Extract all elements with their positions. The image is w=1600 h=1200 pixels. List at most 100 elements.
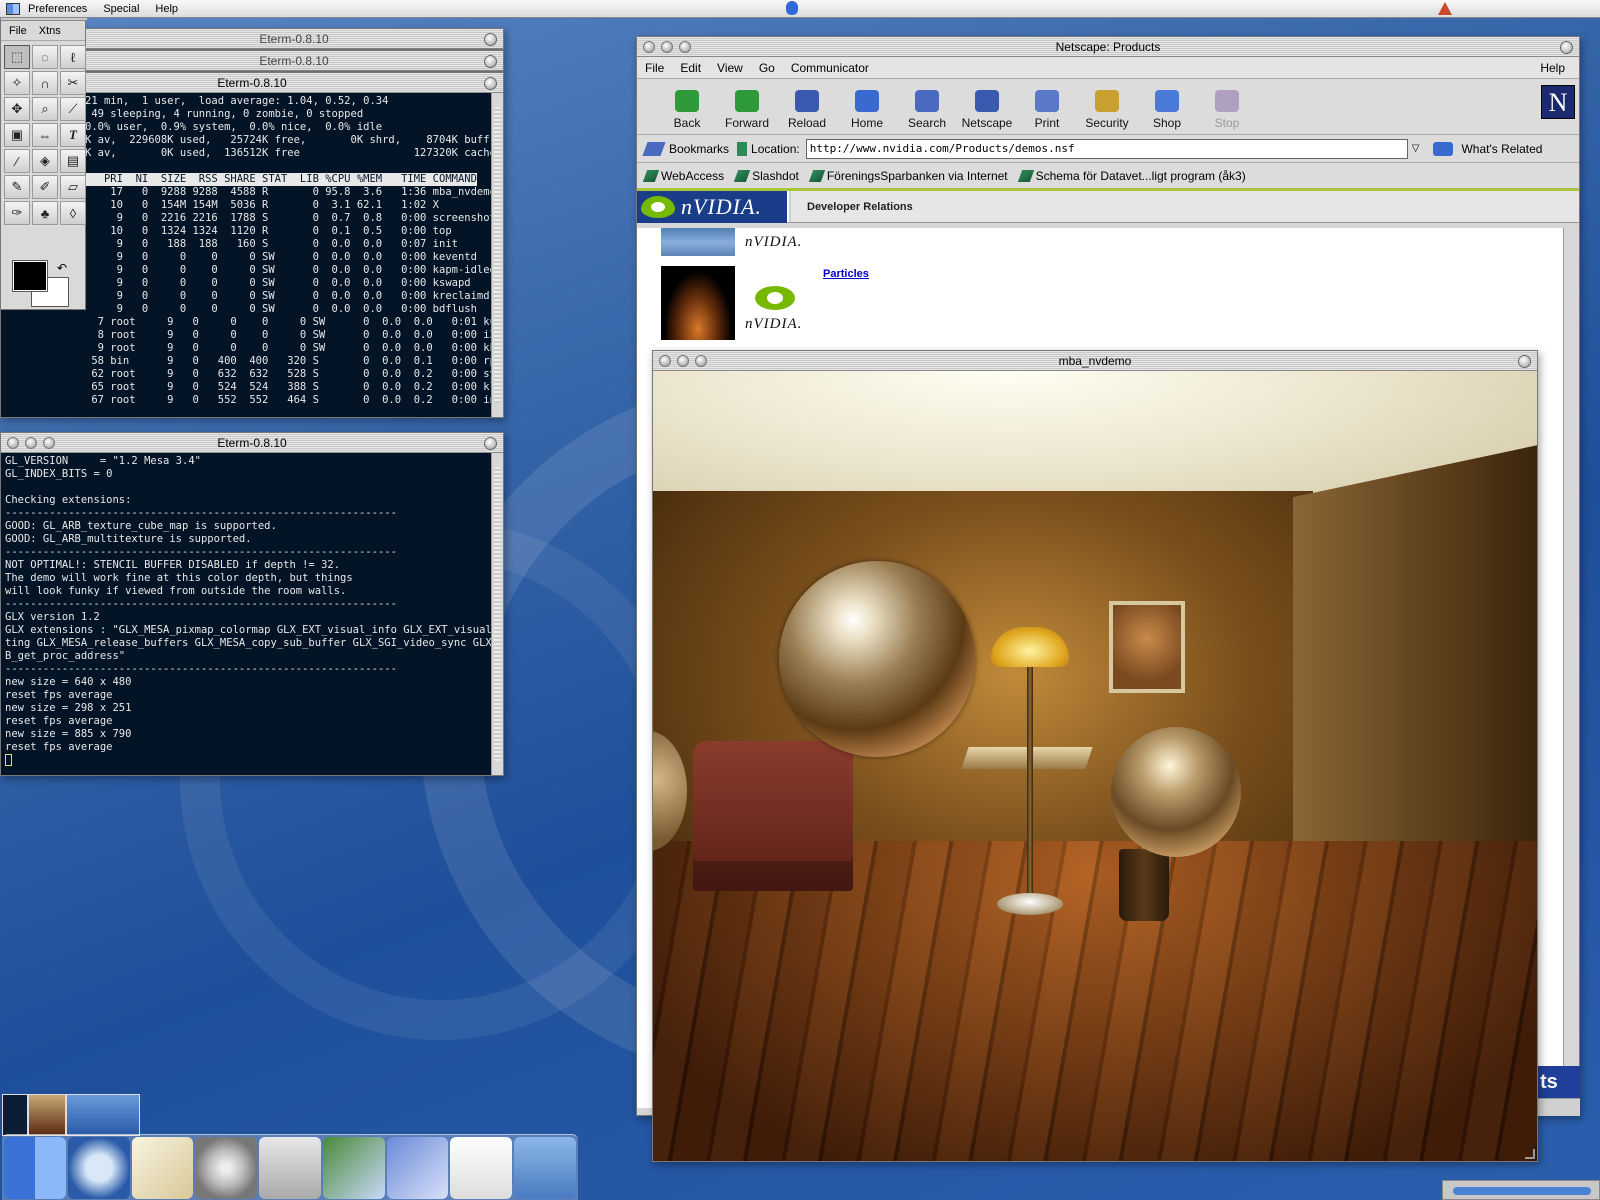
close-icon[interactable]: [643, 41, 655, 53]
minimize-icon[interactable]: [677, 355, 689, 367]
menu-communicator[interactable]: Communicator: [783, 61, 877, 75]
location-icon[interactable]: [737, 141, 748, 156]
sound-dock-icon[interactable]: [259, 1137, 321, 1199]
netscape-titlebar[interactable]: Netscape: Products: [637, 37, 1579, 57]
eterm-titlebar[interactable]: Eterm-0.8.10: [1, 433, 503, 453]
url-dropdown-icon[interactable]: ▽: [1412, 143, 1420, 154]
menu-help[interactable]: Help: [1532, 61, 1573, 75]
particles-thumbnail[interactable]: [661, 266, 735, 340]
eterm-titlebar[interactable]: Eterm-0.8.10: [85, 51, 503, 71]
scrollbar[interactable]: [491, 453, 503, 775]
rendered-room-scene[interactable]: [653, 371, 1537, 1161]
menu-special[interactable]: Special: [95, 3, 147, 15]
zoom-icon[interactable]: [679, 41, 691, 53]
reload-button[interactable]: Reload: [777, 90, 837, 134]
url-input[interactable]: http://www.nvidia.com/Products/demos.nsf: [805, 138, 1408, 159]
stop-button[interactable]: Stop: [1197, 90, 1257, 134]
mba-nvdemo-window[interactable]: mba_nvdemo: [652, 350, 1538, 1162]
apple-icon[interactable]: [786, 1, 798, 15]
print-button[interactable]: Print: [1017, 90, 1077, 134]
demo-thumbnail[interactable]: [661, 228, 735, 256]
bucket-fill-icon[interactable]: ◈: [32, 149, 58, 173]
collapse-icon[interactable]: [1518, 355, 1531, 368]
airbrush-icon[interactable]: ✑: [4, 201, 30, 225]
clone-icon[interactable]: ♣: [32, 201, 58, 225]
quicktime-dock-icon[interactable]: [67, 1137, 130, 1199]
magnify-icon[interactable]: ⌕: [32, 97, 58, 121]
finder-icon[interactable]: [6, 2, 20, 15]
zoom-icon[interactable]: [695, 355, 707, 367]
bezier-select-icon[interactable]: ∩: [32, 71, 58, 95]
paintbrush-icon[interactable]: ✐: [32, 175, 58, 199]
eterm-window-middle[interactable]: Eterm-0.8.10: [84, 50, 504, 72]
shop-button[interactable]: Shop: [1137, 90, 1197, 134]
lasso-icon[interactable]: ℓ: [60, 45, 86, 69]
dvd-player-dock-icon[interactable]: [195, 1137, 258, 1199]
menu-edit[interactable]: Edit: [672, 61, 709, 75]
minimized-window-demo[interactable]: [28, 1094, 66, 1136]
minimize-icon[interactable]: [25, 437, 37, 449]
blur-icon[interactable]: ◊: [60, 201, 86, 225]
collapse-icon[interactable]: [484, 33, 497, 46]
gradient-icon[interactable]: ▤: [60, 149, 86, 173]
move-icon[interactable]: ✥: [4, 97, 30, 121]
intelligent-scissors-icon[interactable]: ✂: [60, 71, 86, 95]
personal-bookmark[interactable]: FöreningsSparbanken via Internet: [808, 169, 1008, 183]
bookmarks-button[interactable]: Bookmarks: [669, 142, 729, 156]
gimp-menu-xtns[interactable]: Xtns: [39, 25, 61, 37]
home-button[interactable]: Home: [837, 90, 897, 134]
nvidia-logo[interactable]: nVIDIA.: [637, 191, 787, 223]
application-menu-icon[interactable]: [1438, 2, 1452, 15]
menu-help[interactable]: Help: [147, 3, 186, 15]
crop-icon[interactable]: ⟋: [60, 97, 86, 121]
eterm-titlebar[interactable]: Eterm-0.8.10: [85, 29, 503, 49]
gimp-menu-file[interactable]: File: [9, 25, 27, 37]
whats-related-icon[interactable]: [1433, 141, 1454, 156]
menu-view[interactable]: View: [709, 61, 751, 75]
textedit-dock-icon[interactable]: [131, 1137, 194, 1199]
personal-bookmark[interactable]: WebAccess: [642, 169, 724, 183]
ellipse-select-icon[interactable]: ◌: [32, 45, 58, 69]
menu-file[interactable]: File: [637, 61, 672, 75]
rect-select-icon[interactable]: ⬚: [4, 45, 30, 69]
minimized-window-terminal[interactable]: [2, 1094, 28, 1136]
minimized-window-desktop[interactable]: [66, 1094, 140, 1136]
apple-web-dock-icon[interactable]: [450, 1137, 513, 1199]
folder-dock-icon[interactable]: [514, 1137, 577, 1199]
collapse-icon[interactable]: [484, 437, 497, 450]
collapse-icon[interactable]: [484, 55, 497, 68]
bookmarks-icon[interactable]: [642, 141, 666, 156]
magic-wand-icon[interactable]: ✧: [4, 71, 30, 95]
zoom-icon[interactable]: [43, 437, 55, 449]
swap-colors-icon[interactable]: ↶: [57, 261, 67, 275]
search-button[interactable]: Search: [897, 90, 957, 134]
demo-titlebar[interactable]: mba_nvdemo: [653, 351, 1537, 371]
close-icon[interactable]: [7, 437, 19, 449]
iphoto-dock-icon[interactable]: [322, 1137, 385, 1199]
text-icon[interactable]: T: [60, 123, 86, 147]
netscape-button[interactable]: Netscape: [957, 90, 1017, 134]
collapse-icon[interactable]: [484, 77, 497, 90]
page-scrollbar[interactable]: [1563, 228, 1579, 1108]
color-picker-icon[interactable]: ⁄: [4, 149, 30, 173]
scrollbar[interactable]: [491, 93, 503, 417]
personal-bookmark[interactable]: Slashdot: [733, 169, 799, 183]
terminal-output[interactable]: GL_VERSION = "1.2 Mesa 3.4" GL_INDEX_BITS…: [1, 453, 503, 775]
minimize-icon[interactable]: [661, 41, 673, 53]
transform-icon[interactable]: ▣: [4, 123, 30, 147]
mail-dock-icon[interactable]: [386, 1137, 449, 1199]
pencil-icon[interactable]: ✎: [4, 175, 30, 199]
section-title[interactable]: Developer Relations: [789, 191, 1579, 222]
eterm-bottom-window[interactable]: Eterm-0.8.10 GL_VERSION = "1.2 Mesa 3.4"…: [0, 432, 504, 776]
whats-related-button[interactable]: What's Related: [1461, 142, 1542, 156]
resize-handle[interactable]: [1525, 1149, 1535, 1159]
forward-button[interactable]: Forward: [717, 90, 777, 134]
foreground-color-swatch[interactable]: [12, 260, 48, 292]
netscape-logo-icon[interactable]: N: [1541, 85, 1575, 119]
flip-icon[interactable]: ⇔: [32, 123, 58, 147]
menu-preferences[interactable]: Preferences: [20, 3, 95, 15]
collapse-icon[interactable]: [1560, 41, 1573, 54]
close-icon[interactable]: [659, 355, 671, 367]
back-button[interactable]: Back: [657, 90, 717, 134]
particles-link[interactable]: Particles: [823, 268, 869, 280]
